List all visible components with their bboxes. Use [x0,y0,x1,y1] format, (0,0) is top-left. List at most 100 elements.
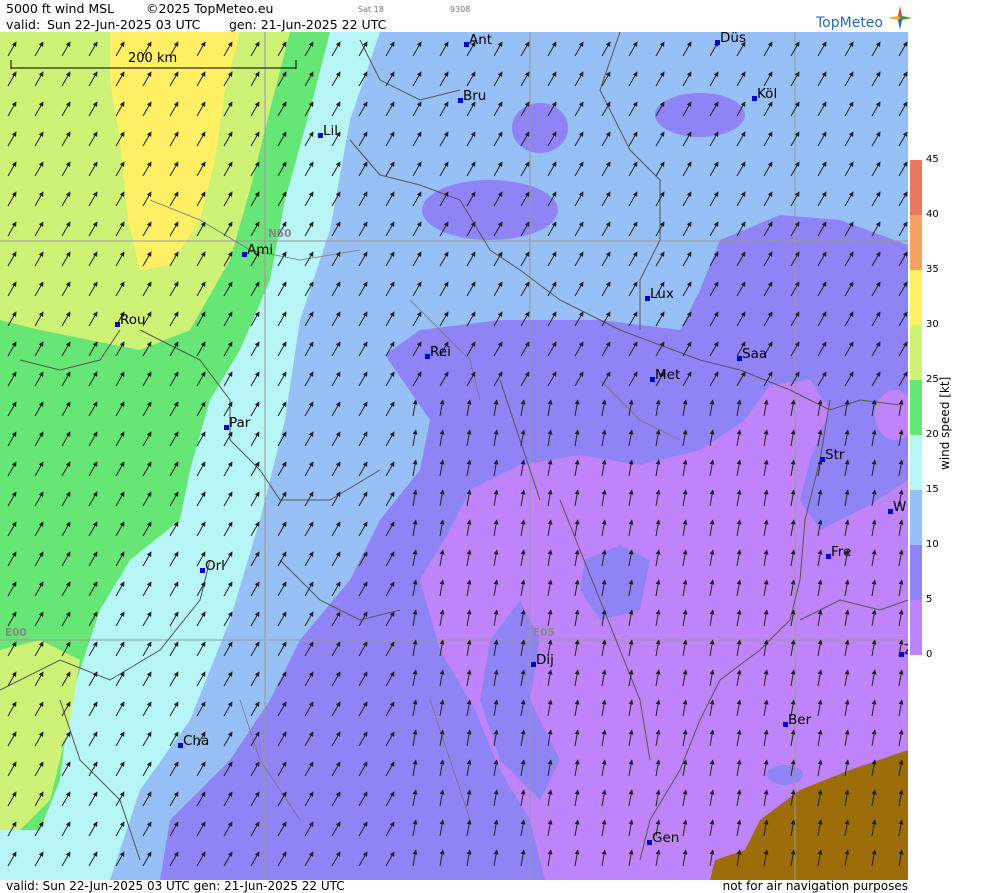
legend-tick-label: 25 [926,374,939,385]
gen-time: gen: 21-Jun-2025 22 UTC [229,17,387,32]
city-marker [224,425,229,430]
city-luxembourg: Lux [645,286,674,302]
city-marker [783,722,788,727]
product-title: 5000 ft wind MSL [6,1,115,16]
city-marker [645,296,650,301]
legend-color-bin [910,215,922,270]
legend-tick-label: 40 [926,209,939,220]
legend-tick-label: 35 [926,264,939,275]
scale-bar-label: 200 km [128,51,178,66]
city-marker [425,354,430,359]
city-label: Z [904,642,908,658]
legend-color-bin [910,325,922,380]
city-lille: Lil [318,123,339,139]
city-marker [752,96,757,101]
city-dijon: Dij [531,652,554,668]
footer-valid: valid: Sun 22-Jun-2025 03 UTC gen: 21-Ju… [6,879,345,893]
legend-tick-label: 15 [926,484,939,495]
legend-tick-label: 30 [926,319,939,330]
legend-color-bin [910,545,922,600]
copyright: ©2025 TopMeteo.eu [146,1,274,16]
code-hint: 9308 [450,5,471,14]
valid-label: valid: [6,17,41,32]
legend-tick-label: 0 [926,649,933,660]
legend-color-bin [910,435,922,490]
city-label: Lil [323,123,339,139]
city-marker [318,133,323,138]
city-marker [650,377,655,382]
city-label: Orl [205,558,225,574]
grid-label-lat: N50 [268,228,292,240]
legend-tick-label: 45 [926,154,939,165]
city-marker [737,356,742,361]
valid-time: Sun 22-Jun-2025 03 UTC [47,17,201,32]
city-rouen: Rou [115,312,146,328]
city-marker [531,662,536,667]
city-marker [464,42,469,47]
city-marker [647,840,652,845]
city-marker [242,252,247,257]
city-z: Z [899,642,908,658]
grid-label-lon-e05: E05 [533,627,555,639]
city-paris: Par [224,415,251,431]
city-label: Ant [469,32,493,48]
city-label: Düs [720,32,746,46]
city-marker [200,568,205,573]
city-label: Dij [536,652,554,668]
wind-field-svg [0,32,908,880]
city-marker [715,40,720,45]
brand-name: TopMeteo [816,15,883,31]
city-dusseldorf: Düs [715,32,746,46]
footer-disclaimer: not for air navigation purposes [722,879,908,893]
legend-title: wind speed [kt] [938,376,952,470]
city-label: Cha [183,733,210,749]
legend-tick-label: 10 [926,539,939,550]
city-reims: Rei [425,344,451,360]
city-label: Str [825,447,845,463]
legend-color-bin [910,490,922,545]
city-marker [826,554,831,559]
city-label: Lux [650,286,674,302]
legend-color-bin [910,600,922,655]
city-amiens: Ami [242,242,274,258]
city-marker [820,457,825,462]
city-label: Saa [742,346,768,362]
city-marker [888,509,893,514]
city-orleans: Orl [200,558,225,574]
city-label: Par [229,415,251,431]
city-koln: Köl [752,86,778,102]
city-chateauroux: Cha [178,733,210,749]
city-marker [899,652,904,657]
legend-color-bin [910,270,922,325]
legend-tick-label: 5 [926,594,933,605]
city-label: Gen [652,830,680,846]
city-label: W [893,499,907,515]
city-saarbrucken: Saa [737,346,768,362]
city-freiburg: Fre [826,544,852,560]
city-label: Ami [247,242,274,258]
city-metz: Met [650,367,681,383]
grid-label-lon-e00: E00 [5,627,27,639]
legend-tick-label: 20 [926,429,939,440]
wind-map[interactable]: Ant Düs Bru Köl Lil Ami Lux Rou Rei Saa … [0,32,908,880]
city-label: Met [655,367,681,383]
city-bern: Ber [783,712,812,728]
city-strasbourg: Str [820,447,845,463]
city-marker [178,743,183,748]
city-label: Rei [430,344,451,360]
city-w: W [888,499,907,515]
city-label: Ber [788,712,812,728]
city-geneva: Gen [647,830,680,846]
wind-speed-legend: 45 40 35 30 25 20 15 10 5 0 [910,154,1000,660]
city-antwerp: Ant [464,32,493,48]
run-hint: Sat 18 [358,5,384,14]
city-brussels: Bru [458,88,487,104]
city-label: Rou [120,312,146,328]
city-label: Fre [831,544,852,560]
city-label: Bru [463,88,487,104]
legend-color-bin [910,380,922,435]
city-marker [115,322,120,327]
city-marker [458,98,463,103]
legend-color-bin [910,160,922,215]
city-label: Köl [757,86,778,102]
